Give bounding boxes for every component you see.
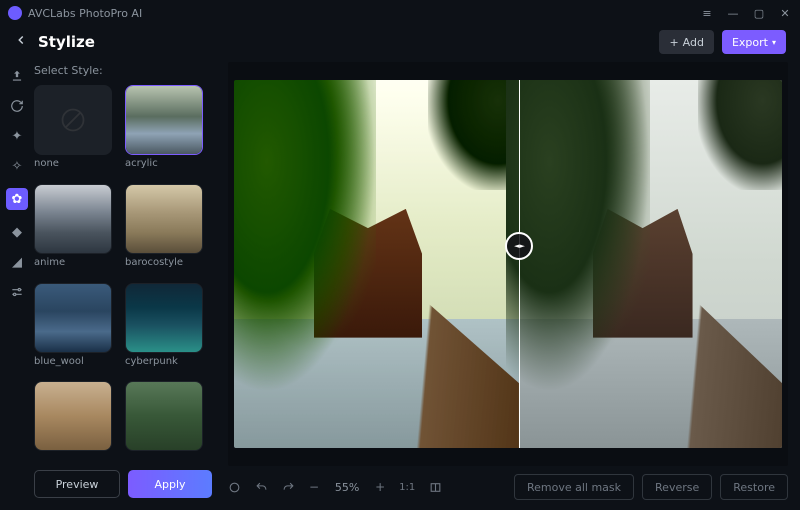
zoom-in-button[interactable]: +	[375, 480, 385, 494]
zoom-value: 55%	[333, 481, 361, 494]
sliders-icon[interactable]	[9, 284, 25, 300]
page-title: Stylize	[38, 33, 95, 51]
undo-icon[interactable]	[255, 481, 268, 494]
topbar: Stylize + Add Export ▾	[0, 26, 800, 58]
section-label: Select Style:	[34, 64, 212, 77]
restore-button[interactable]: Restore	[720, 474, 788, 500]
preview-compare	[234, 80, 782, 448]
redo-icon[interactable]	[282, 481, 295, 494]
chevron-down-icon: ▾	[772, 38, 776, 47]
titlebar-left: AVCLabs PhotoPro AI	[8, 6, 142, 20]
style-sidebar: Select Style: none acrylic anime barocos…	[34, 58, 222, 510]
style-label: blue_wool	[34, 356, 117, 367]
topbar-actions: + Add Export ▾	[659, 30, 786, 54]
close-icon[interactable]: ✕	[778, 6, 792, 20]
stylize-icon[interactable]: ✿	[6, 188, 28, 210]
reset-view-icon[interactable]	[228, 481, 241, 494]
puzzle-icon[interactable]: ✧	[9, 158, 25, 174]
canvas-bottombar: − 55% + 1:1 Remove all mask Reverse Rest…	[228, 466, 788, 500]
preview-stylized	[234, 80, 519, 448]
app-logo-icon	[8, 6, 22, 20]
style-thumb-extra[interactable]	[34, 381, 112, 451]
split-handle[interactable]	[505, 232, 533, 260]
style-label: barocostyle	[125, 257, 208, 268]
style-thumb-cyberpunk[interactable]	[125, 283, 203, 353]
refresh-icon[interactable]	[9, 98, 25, 114]
style-extra[interactable]	[125, 381, 208, 460]
style-none[interactable]: none	[34, 85, 117, 178]
style-label: anime	[34, 257, 117, 268]
canvas[interactable]	[228, 62, 788, 466]
compare-icon[interactable]	[429, 481, 442, 494]
add-label: Add	[683, 36, 704, 49]
style-blue-wool[interactable]: blue_wool	[34, 283, 117, 376]
titlebar: AVCLabs PhotoPro AI ≡ — ▢ ✕	[0, 0, 800, 26]
export-label: Export	[732, 36, 768, 49]
upload-icon[interactable]	[9, 68, 25, 84]
style-anime[interactable]: anime	[34, 184, 117, 277]
style-thumb-anime[interactable]	[34, 184, 112, 254]
topbar-left: Stylize	[14, 33, 95, 51]
zoom-out-button[interactable]: −	[309, 480, 319, 494]
minimize-icon[interactable]: —	[726, 6, 740, 20]
sparkle-icon[interactable]: ✦	[9, 128, 25, 144]
maximize-icon[interactable]: ▢	[752, 6, 766, 20]
style-thumb-acrylic[interactable]	[125, 85, 203, 155]
canvas-controls: − 55% + 1:1	[228, 480, 442, 494]
preview-original	[519, 80, 782, 448]
menu-icon[interactable]: ≡	[700, 6, 714, 20]
style-barocostyle[interactable]: barocostyle	[125, 184, 208, 277]
style-label: none	[34, 158, 117, 169]
remove-mask-button[interactable]: Remove all mask	[514, 474, 634, 500]
preview-button[interactable]: Preview	[34, 470, 120, 498]
style-acrylic[interactable]: acrylic	[125, 85, 208, 178]
none-icon	[59, 106, 87, 134]
plus-icon: +	[669, 36, 678, 49]
styles-grid[interactable]: none acrylic anime barocostyle blue_wool…	[34, 85, 212, 460]
export-button[interactable]: Export ▾	[722, 30, 786, 54]
reverse-button[interactable]: Reverse	[642, 474, 712, 500]
style-thumb-none[interactable]	[34, 85, 112, 155]
style-label: acrylic	[125, 158, 208, 169]
style-thumb-extra[interactable]	[125, 381, 203, 451]
style-cyberpunk[interactable]: cyberpunk	[125, 283, 208, 376]
style-extra[interactable]	[34, 381, 117, 460]
cut-icon[interactable]: ◢	[9, 254, 25, 270]
style-label: cyberpunk	[125, 356, 208, 367]
style-thumb-blue-wool[interactable]	[34, 283, 112, 353]
canvas-area: − 55% + 1:1 Remove all mask Reverse Rest…	[222, 58, 800, 510]
sidebar-actions: Preview Apply	[34, 460, 212, 510]
mask-controls: Remove all mask Reverse Restore	[514, 474, 788, 500]
app-title: AVCLabs PhotoPro AI	[28, 7, 142, 20]
tool-rail: ✦ ✧ ✿ ◆ ◢	[0, 58, 34, 510]
ratio-button[interactable]: 1:1	[399, 482, 415, 493]
window-controls: ≡ — ▢ ✕	[700, 6, 792, 20]
paint-icon[interactable]: ◆	[9, 224, 25, 240]
split-divider[interactable]	[519, 80, 521, 448]
main: ✦ ✧ ✿ ◆ ◢ Select Style: none acrylic ani…	[0, 58, 800, 510]
back-button[interactable]	[14, 33, 28, 51]
add-button[interactable]: + Add	[659, 30, 714, 54]
style-thumb-barocostyle[interactable]	[125, 184, 203, 254]
apply-button[interactable]: Apply	[128, 470, 212, 498]
